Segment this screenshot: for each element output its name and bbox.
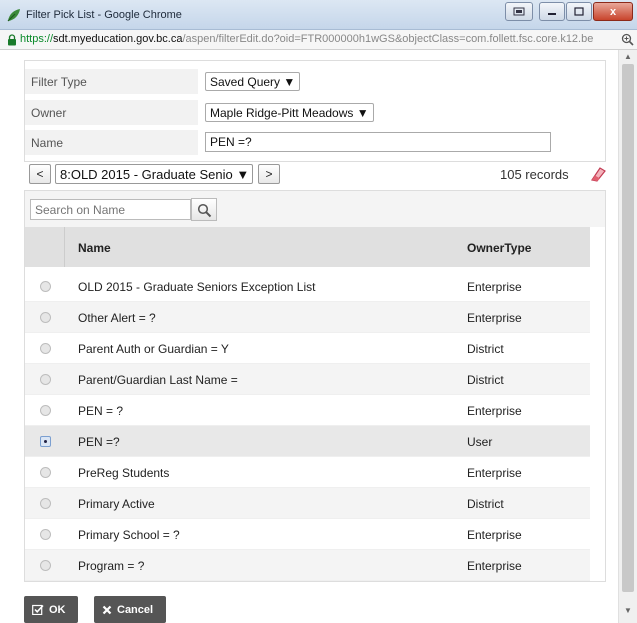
row-radio-button[interactable] [40,405,51,416]
row-name-cell: PreReg Students [78,466,170,480]
app-leaf-icon [7,9,20,22]
record-navigator: < 8:OLD 2015 - Graduate Senio ▼ > 105 re… [24,164,606,186]
column-header-name[interactable]: Name [78,241,111,255]
cancel-button[interactable]: Cancel [94,596,166,623]
url-host: sdt.myeducation.gov.bc.ca [53,33,183,45]
scrollbar[interactable]: ▲ ▼ [618,50,637,623]
row-name-cell: Parent/Guardian Last Name = [78,373,238,387]
row-owner-type-cell: District [467,497,504,511]
table-row[interactable]: Program = ? Enterprise [25,550,590,581]
name-row: Name [25,130,605,155]
owner-select[interactable]: Maple Ridge-Pitt Meadows ▼ [205,103,374,122]
zoom-icon[interactable] [621,33,634,46]
column-header-owner-type[interactable]: OwnerType [467,241,531,255]
row-radio-button[interactable] [40,436,51,447]
row-name-cell: Parent Auth or Guardian = Y [78,342,229,356]
name-input[interactable] [205,132,551,152]
x-icon [102,605,112,614]
row-owner-type-cell: Enterprise [467,280,522,294]
record-count: 105 records [500,167,569,182]
window-titlebar[interactable]: Filter Pick List - Google Chrome x [0,0,637,30]
url-path: /aspen/filterEdit.do?oid=FTR000000h1wGS&… [182,33,594,45]
address-bar[interactable]: https://sdt.myeducation.gov.bc.ca/aspen/… [0,30,637,50]
name-label: Name [25,130,198,155]
previous-record-button[interactable]: < [29,164,51,184]
table-row[interactable]: Other Alert = ? Enterprise [25,302,590,333]
page-content: Filter Type Saved Query ▼ Owner Maple Ri… [0,50,618,623]
close-button[interactable]: x [593,2,633,21]
table-row[interactable]: PEN =? User [25,426,590,457]
maximize-icon [574,7,584,16]
search-icon [197,203,212,218]
row-owner-type-cell: District [467,342,504,356]
row-radio-button[interactable] [40,529,51,540]
search-button[interactable] [191,198,217,221]
close-icon: x [609,5,617,18]
filter-form: Filter Type Saved Query ▼ Owner Maple Ri… [24,60,606,162]
pick-list-grid: Name OwnerType OLD 2015 - Graduate Senio… [24,190,606,582]
table-row[interactable]: PEN = ? Enterprise [25,395,590,426]
table-row[interactable]: Primary Active District [25,488,590,519]
scroll-up-arrow-icon[interactable]: ▲ [624,52,632,61]
ok-label: OK [49,603,66,616]
minimize-icon [548,12,556,15]
row-name-cell: PEN =? [78,435,120,449]
page-url[interactable]: https://sdt.myeducation.gov.bc.ca/aspen/… [20,33,616,45]
record-select[interactable]: 8:OLD 2015 - Graduate Senio ▼ [55,164,253,184]
owner-label: Owner [25,100,198,125]
table-row[interactable]: Primary School = ? Enterprise [25,519,590,550]
select-column-header [25,227,65,267]
row-owner-type-cell: Enterprise [467,466,522,480]
row-radio-button[interactable] [40,498,51,509]
scrollbar-thumb[interactable] [622,64,634,592]
dialog-footer: OK Cancel [0,592,618,623]
row-radio-button[interactable] [40,560,51,571]
row-name-cell: Primary School = ? [78,528,180,542]
cancel-label: Cancel [117,603,154,616]
maximize-button[interactable] [566,2,592,21]
row-name-cell: Primary Active [78,497,155,511]
eraser-icon[interactable] [588,166,606,182]
table-row[interactable]: Parent/Guardian Last Name = District [25,364,590,395]
search-input[interactable] [30,199,191,220]
next-record-button[interactable]: > [258,164,280,184]
row-radio-button[interactable] [40,467,51,478]
row-name-cell: OLD 2015 - Graduate Seniors Exception Li… [78,280,316,294]
ok-button[interactable]: OK [24,596,78,623]
row-owner-type-cell: Enterprise [467,528,522,542]
table-row[interactable]: PreReg Students Enterprise [25,457,590,488]
filter-type-row: Filter Type Saved Query ▼ [25,69,605,94]
window-restore-icon [513,7,525,16]
row-owner-type-cell: District [467,373,504,387]
row-radio-button[interactable] [40,312,51,323]
filter-type-select[interactable]: Saved Query ▼ [205,72,301,91]
row-owner-type-cell: User [467,435,493,449]
table-row[interactable]: OLD 2015 - Graduate Seniors Exception Li… [25,271,590,302]
check-icon [32,604,44,615]
restore-tab-button[interactable] [505,2,533,21]
row-name-cell: Other Alert = ? [78,311,156,325]
row-radio-button[interactable] [40,343,51,354]
search-bar [25,191,605,227]
row-name-cell: PEN = ? [78,404,124,418]
minimize-button[interactable] [539,2,565,21]
row-owner-type-cell: Enterprise [467,311,522,325]
url-scheme: https:// [20,33,54,45]
owner-row: Owner Maple Ridge-Pitt Meadows ▼ [25,100,605,125]
row-owner-type-cell: Enterprise [467,559,522,573]
window-title: Filter Pick List - Google Chrome [26,9,182,21]
lock-icon [8,34,16,46]
filter-type-label: Filter Type [25,69,198,94]
row-radio-button[interactable] [40,374,51,385]
grid-header: Name OwnerType [25,227,590,267]
row-name-cell: Program = ? [78,559,145,573]
scroll-down-arrow-icon[interactable]: ▼ [624,606,632,615]
grid-body: OLD 2015 - Graduate Seniors Exception Li… [25,271,590,581]
row-owner-type-cell: Enterprise [467,404,522,418]
table-row[interactable]: Parent Auth or Guardian = Y District [25,333,590,364]
row-radio-button[interactable] [40,281,51,292]
